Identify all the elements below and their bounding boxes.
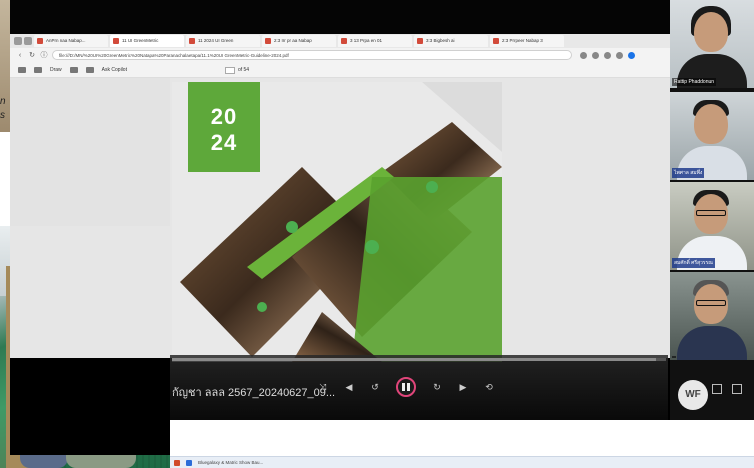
tab-actions-icon[interactable] [24,37,32,45]
video-progress-fill [172,358,657,361]
favorite-icon[interactable] [580,51,587,59]
participant-glasses-4 [696,300,726,306]
browser-tab-5[interactable]: 3 13 Prpa en 01 [338,35,412,47]
previous-icon[interactable]: ◀ [344,382,354,392]
page-total: of 54 [237,67,250,73]
self-avatar[interactable]: WF [678,380,708,410]
screen: n s AnPrn naa Nabap... 11 UI GreenMetric… [0,0,754,468]
participant-tile-1[interactable]: Rattip Phaddonun [670,0,754,88]
info-icon[interactable]: ⓘ [40,50,48,60]
taskbar-item[interactable]: Bluegalaxy & Matric Show Bau... [198,460,263,465]
address-bar-row: ‹ ↻ ⓘ file:///D:/MN/%20UI%20GreenMetric%… [10,48,670,62]
overlay-extra-controls [712,384,742,394]
participant-tile-4[interactable] [670,272,754,360]
participant-face-2 [694,104,728,144]
shuffle-icon[interactable]: ⤨ [318,382,328,392]
year-line-1: 20 [210,104,238,129]
participants-panel: Rattip Phaddonun ไพศาล สมพึ่ง สมศักดิ์ ศ… [670,0,754,420]
page-background-strip [170,420,754,456]
browser-tab-4[interactable]: 2:3 Irr pr aa Nabap [262,35,336,47]
photo-text-1: n [0,96,6,107]
forward-icon[interactable]: ↻ [432,382,442,392]
rewind-icon[interactable]: ↺ [370,382,380,392]
next-icon[interactable]: ▶ [458,382,468,392]
video-control-bar: กัญชา ลลล 2567_20240627_09... ⤨ ◀ ↺ ↻ ▶ … [170,355,668,420]
participant-face-1 [694,12,728,52]
taskbar-app-icon[interactable] [174,459,180,466]
participant-tile-3[interactable]: สมศักดิ์ ศรีสุวรรณ [670,182,754,270]
pause-bar-right [407,383,410,391]
participant-name-3: สมศักดิ์ ศรีสุวรรณ [672,258,715,268]
pause-button[interactable] [396,377,416,397]
tab-strip: AnPrn naa Nabap... 11 UI GreenMetric 11 … [10,34,670,48]
participant-tile-2[interactable]: ไพศาล สมพึ่ง [670,92,754,180]
participant-name-1: Rattip Phaddonun [672,78,717,86]
ask-copilot-button[interactable]: Ask Copilot [102,67,127,73]
browser-tab-1[interactable]: AnPrn naa Nabap... [34,35,108,47]
pause-bar-left [402,383,405,391]
contents-icon[interactable] [18,67,26,73]
browser-tab-7[interactable]: 2:3 Prrpeer Nabap 3 [490,35,564,47]
share-topbar [10,0,670,34]
participant-glasses-3 [696,210,726,216]
participant-name-4 [672,356,676,358]
pdf-toolbar: Draw Ask Copilot of 54 [10,62,670,78]
erase-icon[interactable] [69,67,78,73]
repeat-icon[interactable]: ⟲ [484,382,494,392]
text-icon[interactable] [85,67,94,73]
participant-name-2: ไพศาล สมพึ่ง [672,168,705,178]
more-icon[interactable] [616,51,623,59]
browser-tab-2[interactable]: 11 UI GreenMetric [110,35,184,47]
draw-button[interactable]: Draw [50,67,62,73]
settings-icon[interactable] [732,384,742,394]
taskbar-app-icon-2[interactable] [186,459,192,466]
collections-icon[interactable] [604,51,611,59]
extensions-icon[interactable] [592,51,599,59]
year-line-2: 24 [210,130,238,155]
taskbar: Bluegalaxy & Matric Show Bau... [170,456,754,468]
browser-chrome: AnPrn naa Nabap... 11 UI GreenMetric 11 … [10,34,670,78]
photo-text-2: s [0,110,5,121]
playback-controls: ⤨ ◀ ↺ ↻ ▶ ⟲ [318,377,494,397]
screen-icon[interactable] [712,384,722,394]
video-progress-bar[interactable] [172,358,666,361]
url-field[interactable]: file:///D:/MN/%20UI%20GreenMetric%20Nata… [52,50,572,60]
page-number-input[interactable] [224,66,235,74]
refresh-icon[interactable]: ↻ [28,51,36,59]
highlight-icon[interactable] [34,67,42,73]
pdf-cover-page: 20 24 [172,82,502,362]
pdf-left-margin [10,78,170,226]
year-badge: 20 24 [188,82,260,172]
browser-tab-6[interactable]: 3:3 Bigbesh ai [414,35,488,47]
back-icon[interactable]: ‹ [16,52,24,59]
window-menu-icon[interactable] [14,37,22,45]
browser-tab-3[interactable]: 11 2024 UI Green [186,35,260,47]
video-title: กัญชา ลลล 2567_20240627_09... [172,387,336,399]
copilot-icon[interactable] [628,51,635,59]
